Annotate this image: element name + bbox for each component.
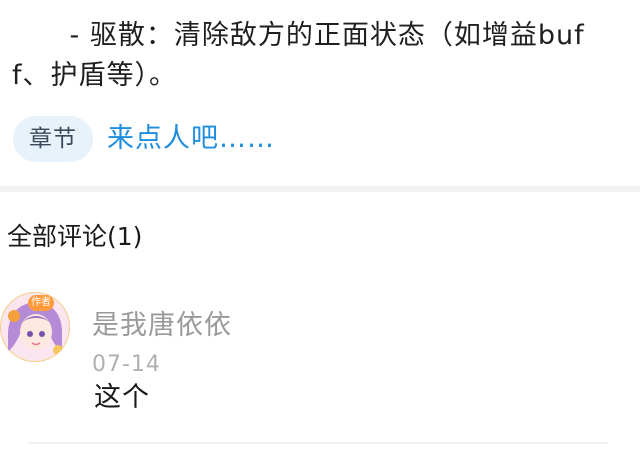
chapter-row: 章节 来点人吧…… <box>13 116 275 162</box>
post-detail-page: - 驱散：清除敌方的正面状态（如增益buff、护盾等）。 章节 来点人吧…… 全… <box>0 0 640 455</box>
comment-divider <box>28 442 608 444</box>
chapter-tag[interactable]: 章节 <box>13 116 93 162</box>
comment-item: 作者 是我唐依依 07-14 这个 <box>0 292 640 444</box>
comment-date: 07-14 <box>92 352 161 372</box>
section-divider <box>0 186 640 192</box>
chapter-link[interactable]: 来点人吧…… <box>107 116 275 162</box>
author-badge: 作者 <box>28 295 54 311</box>
comment-author-name[interactable]: 是我唐依依 <box>92 308 232 344</box>
comment-text: 这个 <box>94 382 150 413</box>
article-text: - 驱散：清除敌方的正面状态（如增益buff、护盾等）。 <box>12 20 585 91</box>
comments-header: 全部评论(1) <box>7 222 143 251</box>
